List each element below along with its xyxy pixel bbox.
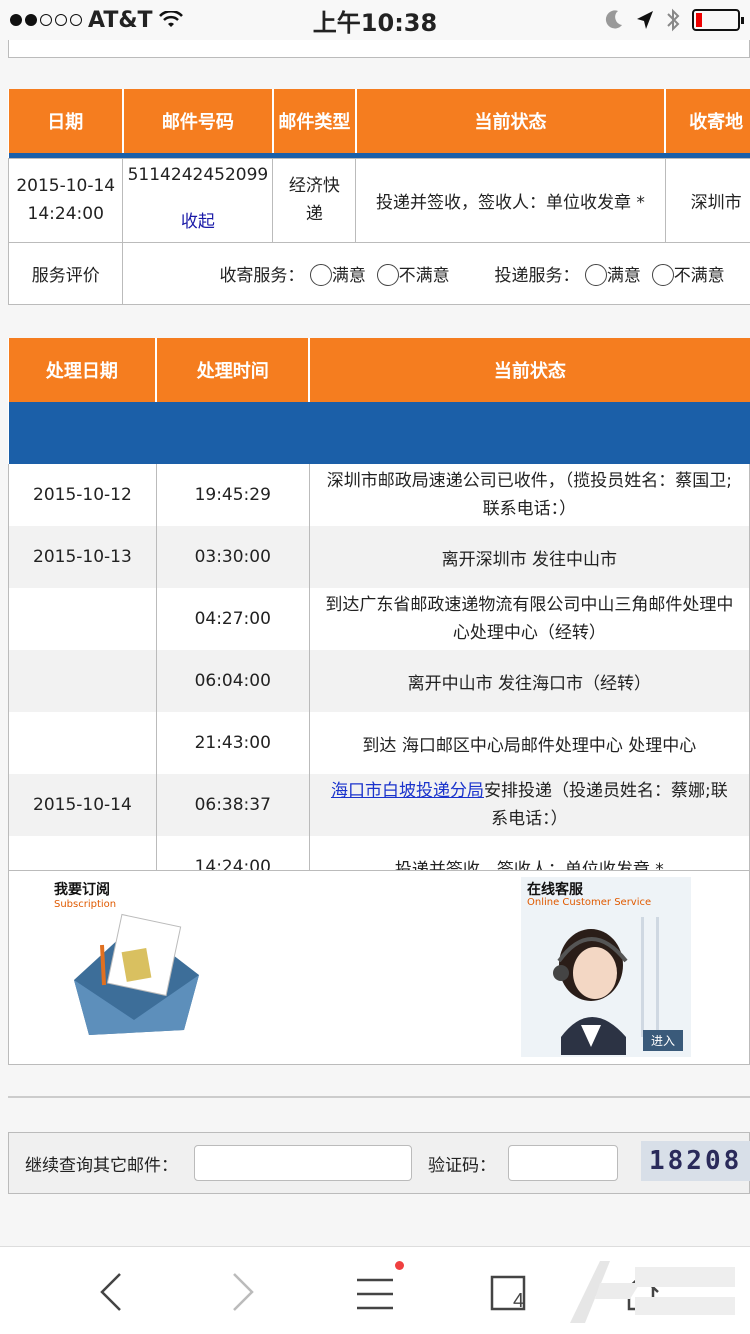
online-service-card[interactable]: 在线客服 Online Customer Service 进入	[521, 877, 691, 1057]
menu-button[interactable]	[350, 1261, 404, 1317]
header-process-status: 当前状态	[309, 338, 750, 402]
continue-query-label: 继续查询其它邮件：	[25, 1155, 178, 1176]
row-date: 2015-10-12	[8, 464, 157, 526]
row-date	[8, 712, 157, 774]
battery-icon	[692, 9, 744, 31]
notification-dot	[395, 1261, 404, 1270]
row-status: 海口市白坡投递分局安排投递（投递员姓名：蔡娜;联系电话：）	[308, 774, 750, 836]
service-subtitle: Online Customer Service	[527, 897, 652, 908]
enter-button[interactable]: 进入	[642, 1030, 683, 1051]
tracking-number-input[interactable]	[194, 1145, 412, 1181]
tracking-row: 2015-10-13 03:30:00 离开深圳市 发往中山市	[8, 526, 750, 588]
rating-options: 收寄服务： 满意 不满意 投递服务： 满意 不满意	[122, 241, 750, 305]
envelope-icon	[74, 913, 199, 1035]
mail-summary-table: 日期 邮件号码 邮件类型 当前状态 收寄地 2015-10-14 14:24:0…	[7, 89, 750, 305]
header-process-time: 处理时间	[156, 338, 311, 402]
summary-tracking-cell: 5114242452099 收起	[122, 157, 274, 243]
row-time: 21:43:00	[155, 712, 310, 774]
top-panel-edge	[8, 40, 750, 58]
captcha-input[interactable]	[508, 1145, 618, 1181]
chevron-left-icon	[100, 1273, 121, 1311]
menu-icon	[357, 1278, 393, 1310]
tracking-row: 06:04:00 离开中山市 发往海口市（经转）	[8, 650, 750, 712]
summary-mail-type: 经济快递	[272, 157, 357, 243]
express-watermark-logo	[570, 1261, 735, 1323]
header-date: 日期	[8, 89, 124, 153]
captcha-image[interactable]: 18208	[641, 1141, 750, 1181]
header-tracking-number: 邮件号码	[122, 89, 274, 153]
tabs-button[interactable]: 4	[484, 1267, 534, 1317]
header-mail-type: 邮件类型	[272, 89, 357, 153]
moon-icon	[605, 10, 622, 29]
service-title: 在线客服	[527, 882, 583, 898]
bluetooth-icon	[667, 8, 680, 32]
tracking-row: 21:43:00 到达 海口邮区中心局邮件处理中心 处理中心	[8, 712, 750, 774]
tabs-icon: 4	[490, 1275, 526, 1312]
deliver-unsatisfied-label: 不满意	[673, 265, 725, 286]
svg-text:4: 4	[513, 1290, 524, 1312]
tracking-row: 2015-10-12 19:45:29 深圳市邮政局速递公司已收件，（揽投员姓名…	[8, 464, 750, 526]
summary-date: 2015-10-14 14:24:00	[7, 157, 124, 243]
section-divider	[8, 1096, 750, 1098]
chevron-right-icon	[233, 1273, 254, 1311]
subscribe-title: 我要订阅	[54, 882, 110, 898]
row-time: 03:30:00	[155, 526, 310, 588]
row-time: 06:38:37	[155, 774, 310, 836]
row-time: 06:04:00	[155, 650, 310, 712]
summary-origin: 深圳市	[664, 157, 750, 243]
row-date: 2015-10-14	[8, 774, 157, 836]
row-status: 深圳市邮政局速递公司已收件，（揽投员姓名：蔡国卫;联系电话：）	[308, 464, 750, 526]
collect-satisfied-radio[interactable]	[309, 263, 332, 286]
row-status: 到达广东省邮政速递物流有限公司中山三角邮件处理中心处理中心（经转）	[308, 588, 750, 650]
carrier-name: AT&T	[88, 7, 153, 33]
deliver-service-label: 投递服务：	[494, 265, 580, 286]
back-button[interactable]	[86, 1267, 136, 1317]
row-time: 19:45:29	[155, 464, 310, 526]
tracking-row: 04:27:00 到达广东省邮政速递物流有限公司中山三角邮件处理中心处理中心（经…	[8, 588, 750, 650]
deliver-unsatisfied-radio[interactable]	[651, 263, 674, 286]
row-status: 到达 海口邮区中心局邮件处理中心 处理中心	[308, 712, 750, 774]
subscribe-card[interactable]: 我要订阅 Subscription	[44, 873, 214, 1055]
tracking-row: 2015-10-14 06:38:37 海口市白坡投递分局安排投递（投递员姓名：…	[8, 774, 750, 836]
status-bar: AT&T 上午10:38	[0, 0, 750, 40]
row-date	[8, 650, 157, 712]
collect-unsatisfied-radio[interactable]	[376, 263, 399, 286]
row-status-text: 安排投递（投递员姓名：蔡娜;联系电话：）	[483, 781, 728, 829]
row-date	[8, 588, 157, 650]
collect-satisfied-label: 满意	[331, 265, 366, 286]
wifi-icon	[158, 11, 183, 27]
rating-label: 服务评价	[7, 241, 124, 305]
row-time: 04:27:00	[155, 588, 310, 650]
header-current-status: 当前状态	[355, 89, 667, 153]
row-date: 2015-10-13	[8, 526, 157, 588]
row-status: 离开深圳市 发往中山市	[308, 526, 750, 588]
tracking-detail-table: 处理日期 处理时间 当前状态 2015-10-12 19:45:29 深圳市邮政…	[8, 338, 750, 929]
header-process-date: 处理日期	[8, 338, 158, 402]
row-status: 离开中山市 发往海口市（经转）	[308, 650, 750, 712]
delivery-office-link[interactable]: 海口市白坡投递分局	[331, 781, 484, 801]
promo-panel: 我要订阅 Subscription 在线客服 Online Customer S…	[8, 870, 750, 1065]
signal-strength-icon	[10, 14, 82, 26]
location-arrow-icon	[637, 11, 653, 29]
browser-toolbar: 4	[0, 1246, 750, 1334]
collect-service-label: 收寄服务：	[219, 265, 305, 286]
captcha-label: 验证码：	[428, 1155, 496, 1176]
tracking-number: 5114242452099	[127, 164, 269, 185]
collect-unsatisfied-label: 不满意	[398, 265, 450, 286]
summary-status: 投递并签收，签收人：单位收发章 *	[355, 157, 666, 243]
continue-query-bar: 继续查询其它邮件： 验证码： 18208	[8, 1132, 750, 1194]
deliver-satisfied-label: 满意	[606, 265, 641, 286]
deliver-satisfied-radio[interactable]	[584, 263, 607, 286]
collapse-link[interactable]: 收起	[123, 207, 272, 232]
header-origin: 收寄地	[665, 89, 750, 153]
forward-button[interactable]	[218, 1267, 268, 1317]
